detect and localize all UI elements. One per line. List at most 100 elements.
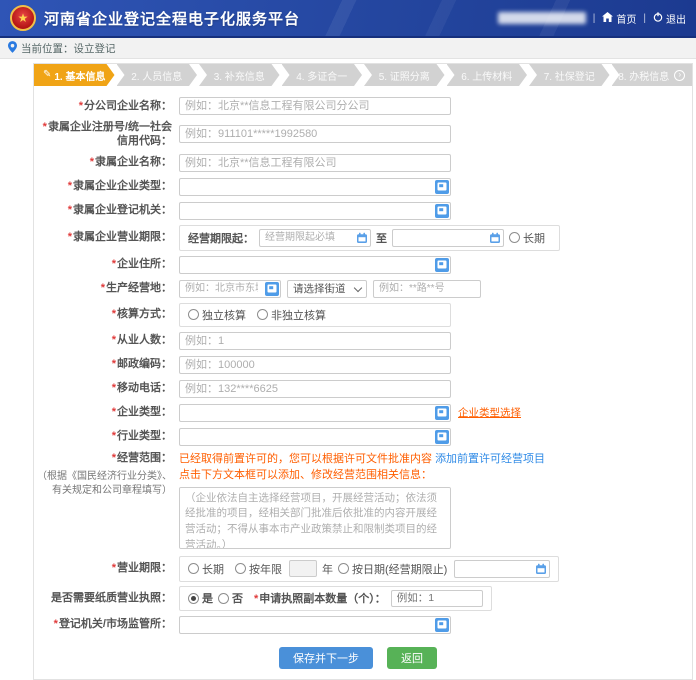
employee-count-input[interactable] <box>179 332 451 350</box>
tab-upload-materials[interactable]: 6. 上传材料 <box>447 64 528 86</box>
radio-label: 是 <box>202 590 213 606</box>
parent-enterprise-type-input[interactable] <box>179 178 451 196</box>
breadcrumb-label: 当前位置：设立登记 <box>21 41 116 56</box>
radio-label: 按年限 <box>249 561 282 577</box>
tab-label: 4. 多证合一 <box>296 68 347 83</box>
tab-supplementary-info[interactable]: 3. 补充信息 <box>199 64 280 86</box>
field-label: *生产经营地： <box>34 281 179 295</box>
enterprise-address-input[interactable] <box>179 256 451 274</box>
parent-term-longterm-radio[interactable] <box>509 232 520 243</box>
postcode-input[interactable] <box>179 356 451 374</box>
username-redacted <box>498 12 586 24</box>
power-icon <box>653 12 663 25</box>
logout-link[interactable]: 退出 <box>653 11 686 26</box>
license-copies-input[interactable] <box>391 590 483 607</box>
accounting-non-independent-radio[interactable] <box>257 309 268 320</box>
home-label: 首页 <box>616 11 636 26</box>
branch-name-input[interactable] <box>179 97 451 115</box>
field-label: 是否需要纸质营业执照： <box>34 591 179 605</box>
home-link[interactable]: 首页 <box>602 11 636 26</box>
calendar-icon[interactable] <box>489 232 501 244</box>
field-label: *企业类型： <box>34 405 179 419</box>
site-title: 河南省企业登记全程电子化服务平台 <box>44 8 300 29</box>
app-header: ★ 河南省企业登记全程电子化服务平台 | 首页 | 退出 <box>0 0 696 38</box>
radio-label: 按日期(经营期限止) <box>352 561 447 577</box>
field-label: *隶属企业营业期限： <box>34 230 179 244</box>
field-label: *行业类型： <box>34 429 179 443</box>
tab-cert-separation[interactable]: 5. 证照分离 <box>364 64 445 86</box>
picker-popup-icon[interactable] <box>435 618 449 632</box>
parent-credit-code-input[interactable] <box>179 125 451 143</box>
picker-popup-icon[interactable] <box>265 282 279 296</box>
paper-license-yes-radio[interactable] <box>188 593 199 604</box>
mobile-input[interactable] <box>179 380 451 398</box>
step-tabs: ✎ 1. 基本信息 2. 人员信息 3. 补充信息 4. 多证合一 5. 证照分… <box>34 64 692 86</box>
tab-tax-info[interactable]: 8. 办税信息 › <box>612 64 693 86</box>
industry-type-input[interactable] <box>179 428 451 446</box>
tab-multi-cert[interactable]: 4. 多证合一 <box>282 64 363 86</box>
picker-popup-icon[interactable] <box>435 406 449 420</box>
add-prelicense-link[interactable]: 添加前置许可经营项目 <box>435 453 545 465</box>
term-start-date-input[interactable] <box>259 229 371 247</box>
tab-label: 8. 办税信息 <box>618 68 669 83</box>
tab-label: 2. 人员信息 <box>131 68 182 83</box>
tab-label: 6. 上传材料 <box>461 68 512 83</box>
operation-detail-input[interactable] <box>373 280 481 298</box>
business-term-group: 长期 按年限 年 按日期(经营期限止) <box>179 556 559 582</box>
scope-hint1: 已经取得前置许可的，您可以根据许可文件批准内容 添加前置许可经营项目 <box>179 451 545 468</box>
tab-social-security[interactable]: 7. 社保登记 <box>529 64 610 86</box>
business-scope-textarea[interactable] <box>179 487 451 549</box>
term-end-date-input[interactable] <box>392 229 504 247</box>
accounting-independent-radio[interactable] <box>188 309 199 320</box>
scope-note: （根据《国民经济行业分类》、有关规定和公司章程填写） <box>34 470 172 498</box>
term-by-date-radio[interactable] <box>338 563 349 574</box>
breadcrumb: 当前位置：设立登记 <box>0 38 696 59</box>
picker-popup-icon[interactable] <box>435 204 449 218</box>
tab-basic-info[interactable]: ✎ 1. 基本信息 <box>34 64 115 86</box>
calendar-icon[interactable] <box>535 563 547 575</box>
field-label: *营业期限： <box>34 561 179 575</box>
term-years-input[interactable] <box>289 560 317 577</box>
field-label: *核算方式： <box>34 307 179 321</box>
tab-label: 7. 社保登记 <box>544 68 595 83</box>
field-label: *邮政编码： <box>34 357 179 371</box>
years-unit-label: 年 <box>322 561 333 577</box>
field-label: *隶属企业注册号/统一社会信用代码： <box>34 120 179 149</box>
home-icon <box>602 12 613 25</box>
radio-label: 长期 <box>202 561 224 577</box>
tab-label: 5. 证照分离 <box>379 68 430 83</box>
location-pin-icon <box>8 41 17 56</box>
calendar-icon[interactable] <box>356 232 368 244</box>
field-label: *移动电话： <box>34 381 179 395</box>
term-by-years-radio[interactable] <box>235 563 246 574</box>
back-button[interactable]: 返回 <box>387 647 437 669</box>
enterprise-type-select-link[interactable]: 企业类型选择 <box>458 405 521 420</box>
term-longterm-radio[interactable] <box>188 563 199 574</box>
save-next-button[interactable]: 保存并下一步 <box>279 647 373 669</box>
parent-name-input[interactable] <box>179 154 451 172</box>
tabs-more-icon[interactable]: › <box>674 70 685 81</box>
picker-popup-icon[interactable] <box>435 180 449 194</box>
radio-label: 长期 <box>523 230 545 246</box>
street-select[interactable]: 请选择街道 <box>287 280 367 298</box>
field-label: *企业住所： <box>34 257 179 271</box>
enterprise-type-input[interactable] <box>179 404 451 422</box>
parent-term-group: 经营期限起： 至 长期 <box>179 225 560 251</box>
field-label: *经营范围： （根据《国民经济行业分类》、有关规定和公司章程填写） <box>34 451 179 498</box>
form-panel: ✎ 1. 基本信息 2. 人员信息 3. 补充信息 4. 多证合一 5. 证照分… <box>33 63 693 680</box>
paper-license-no-radio[interactable] <box>218 593 229 604</box>
pencil-icon: ✎ <box>43 70 51 80</box>
registration-authority-input[interactable] <box>179 616 451 634</box>
logout-label: 退出 <box>666 11 686 26</box>
field-label: *从业人数： <box>34 333 179 347</box>
radio-label: 非独立核算 <box>271 307 326 323</box>
scope-hint2: 点击下方文本框可以添加、修改经营范围相关信息： <box>179 467 545 484</box>
picker-popup-icon[interactable] <box>435 258 449 272</box>
picker-popup-icon[interactable] <box>435 430 449 444</box>
tab-personnel-info[interactable]: 2. 人员信息 <box>117 64 198 86</box>
parent-registration-authority-input[interactable] <box>179 202 451 220</box>
field-label: *隶属企业企业类型： <box>34 179 179 193</box>
accounting-group: 独立核算 非独立核算 <box>179 303 451 327</box>
field-label: *隶属企业登记机关： <box>34 203 179 217</box>
paper-license-group: 是 否 *申请执照副本数量（个）： <box>179 586 492 611</box>
